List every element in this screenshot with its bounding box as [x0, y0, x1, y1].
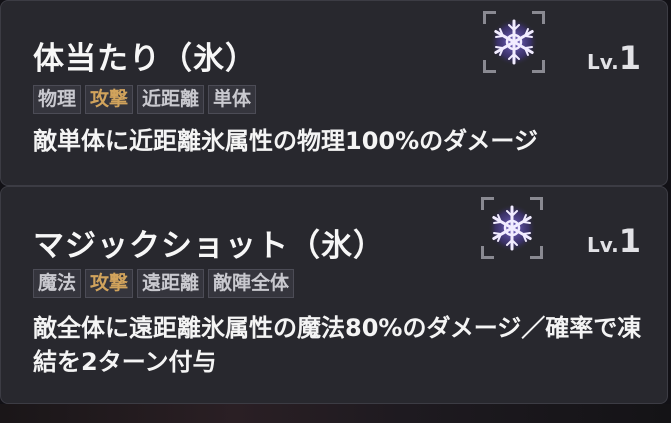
- ice-snowflake-icon: [483, 11, 545, 73]
- skill-description: 敵単体に近距離氷属性の物理100%のダメージ: [33, 127, 538, 155]
- skill-name: マジックショット（氷）: [33, 228, 385, 264]
- tag-magic: 魔法: [33, 269, 82, 298]
- tag-melee: 近距離: [137, 85, 205, 114]
- tag-attack: 攻撃: [85, 85, 134, 114]
- skill-tags: 魔法 攻撃 遠距離 敵陣全体: [33, 269, 295, 298]
- tag-all-enemies: 敵陣全体: [208, 269, 295, 298]
- skill-description: 敵全体に遠距離氷属性の魔法80%のダメージ／確率で凍結を2ターン付与: [33, 314, 642, 376]
- skill-card-magic-shot-ice[interactable]: マジックショット（氷） 魔法 攻撃 遠距離 敵陣全体 敵全体に遠距離氷属性の魔法…: [0, 186, 668, 404]
- skill-card-tackle-ice[interactable]: 体当たり（氷） 物理 攻撃 近距離 単体 敵単体に近距離氷属性の物理100%のダ…: [0, 0, 668, 186]
- skill-tags: 物理 攻撃 近距離 単体: [33, 85, 257, 114]
- background-scene: [0, 404, 671, 423]
- tag-physical: 物理: [33, 85, 82, 114]
- skill-name: 体当たり（氷）: [33, 41, 257, 77]
- tag-single-target: 単体: [208, 85, 257, 114]
- skill-list: 体当たり（氷） 物理 攻撃 近距離 単体 敵単体に近距離氷属性の物理100%のダ…: [0, 0, 671, 423]
- skill-level: Lv.1: [586, 222, 641, 260]
- tag-attack: 攻撃: [85, 269, 134, 298]
- tag-ranged: 遠距離: [137, 269, 205, 298]
- skill-level: Lv.1: [586, 39, 641, 77]
- ice-snowflake-icon: [481, 197, 543, 259]
